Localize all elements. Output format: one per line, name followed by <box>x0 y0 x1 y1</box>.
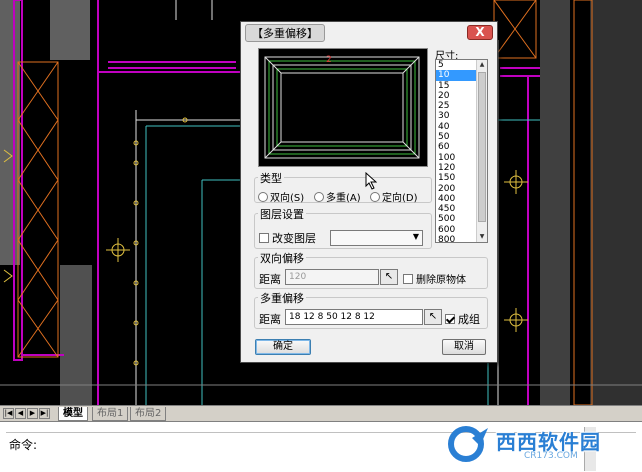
radio-circle-icon <box>258 191 268 202</box>
type-group-label: 类型 <box>258 170 284 186</box>
scroll-thumb[interactable] <box>478 72 486 222</box>
pick-multiple-distance-icon[interactable]: ↖ <box>424 309 442 325</box>
radio-multiple[interactable]: 多重(A) <box>314 189 361 204</box>
change-layer-checkbox[interactable]: 改变图层 <box>259 230 316 246</box>
layout-tab-bar: |◀ ◀ ▶ ▶| 模型 布局1 布局2 <box>0 405 642 421</box>
next-tab-button[interactable]: ▶ <box>27 408 38 419</box>
wall-far-right <box>590 0 642 405</box>
type-group: 类型 双向(S) 多重(A) 定向(D) <box>254 170 432 204</box>
scroll-up-icon[interactable]: ▲ <box>477 60 487 70</box>
prev-tab-button[interactable]: ◀ <box>15 408 26 419</box>
scroll-down-icon[interactable]: ▼ <box>477 232 487 242</box>
ok-button[interactable]: 确定 <box>255 339 311 355</box>
make-group-checkbox[interactable]: 成组 <box>445 311 480 327</box>
delete-source-checkbox[interactable]: 删除原物体 <box>403 271 466 286</box>
close-button[interactable]: X <box>467 25 493 40</box>
yellow-dots <box>133 117 188 366</box>
first-tab-button[interactable]: |◀ <box>3 408 14 419</box>
preview-frame: 2 <box>264 55 420 159</box>
multiple-group-label: 多重偏移 <box>258 290 306 306</box>
size-listbox[interactable]: 5 10 15 20 25 30 40 50 60 100 120 150 200 400 450 500 60… <box>435 59 488 243</box>
bidirectional-group-label: 双向偏移 <box>258 250 306 266</box>
command-prompt: 命令: <box>9 438 38 452</box>
wall-top-left <box>50 0 90 60</box>
last-tab-button[interactable]: ▶| <box>39 408 50 419</box>
layer-group-label: 图层设置 <box>258 206 306 222</box>
mouse-cursor-icon <box>365 172 377 190</box>
tab-model[interactable]: 模型 <box>58 407 88 421</box>
tab-layout1[interactable]: 布局1 <box>92 407 129 421</box>
multiple-offset-group: 多重偏移 距离 18 12 8 50 12 8 12 ↖ 成组 <box>254 290 488 329</box>
preview-marker: 2 <box>326 55 332 65</box>
checkbox-icon <box>403 273 413 284</box>
size-scrollbar[interactable]: ▲ ▼ <box>476 60 487 242</box>
radio-circle-icon <box>314 191 324 202</box>
multi-offset-dialog: 【多重偏移】 X 2 尺寸: 5 10 15 20 25 30 40 50 60 100 120 15… <box>240 21 498 363</box>
tab-layout2[interactable]: 布局2 <box>130 407 167 421</box>
cancel-button[interactable]: 取消 <box>442 339 486 355</box>
wall-bottom-left <box>60 265 92 405</box>
layer-settings-group: 图层设置 改变图层 ▼ <box>254 206 432 249</box>
dialog-title: 【多重偏移】 <box>245 24 325 42</box>
checkbox-checked-icon <box>445 314 455 324</box>
radio-circle-icon <box>370 191 380 202</box>
checkbox-icon <box>259 233 269 243</box>
watermark: 西西软件园 CR173.COM <box>446 424 626 464</box>
multiple-distance-input[interactable]: 18 12 8 50 12 8 12 <box>285 309 423 325</box>
watermark-subtext: CR173.COM <box>524 451 578 461</box>
wall-left <box>0 0 20 265</box>
multiple-distance-label: 距离 <box>259 313 281 326</box>
bidirectional-distance-label: 距离 <box>259 273 281 286</box>
radio-bidirectional[interactable]: 双向(S) <box>258 189 304 204</box>
bidirectional-distance-input[interactable]: 120 <box>285 269 379 285</box>
watermark-logo-icon <box>448 426 488 462</box>
layer-dropdown[interactable]: ▼ <box>330 230 423 246</box>
offset-preview: 2 <box>258 48 428 167</box>
chevron-down-icon: ▼ <box>412 232 419 241</box>
bidirectional-offset-group: 双向偏移 距离 120 ↖ 删除原物体 <box>254 250 488 289</box>
pick-distance-icon[interactable]: ↖ <box>380 269 398 285</box>
wall-right <box>540 0 570 405</box>
radio-directional[interactable]: 定向(D) <box>370 189 418 204</box>
